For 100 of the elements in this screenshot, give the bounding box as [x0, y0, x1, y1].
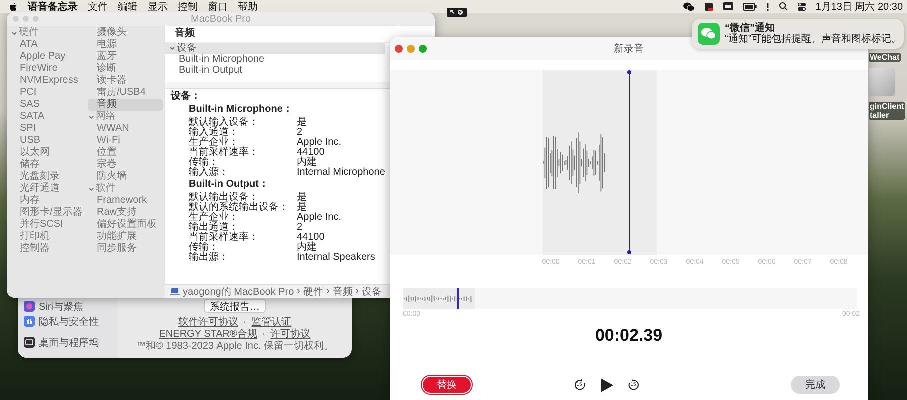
path-segment[interactable]: 音频 — [332, 284, 353, 298]
property-value: 44100 — [297, 148, 326, 158]
list-row[interactable]: Built-in Microphone — [165, 54, 385, 65]
property-label: 生产企业： — [189, 213, 240, 223]
sidebar-item[interactable]: 雷雳/USB4 — [88, 87, 163, 99]
battery-icon[interactable] — [742, 2, 757, 10]
desktop-icon-label[interactable]: ginClient taller — [869, 102, 906, 120]
siri-orb-icon — [24, 301, 35, 312]
zoom-button[interactable] — [419, 44, 427, 52]
sidebar-item[interactable]: PCI — [11, 87, 86, 99]
sidebar-item[interactable]: 打印机 — [11, 231, 86, 243]
done-button[interactable]: 完成 — [791, 376, 840, 394]
system-report-button[interactable]: 系统报告… — [204, 299, 266, 313]
exclamation-icon[interactable] — [766, 2, 770, 12]
chevron-icon[interactable] — [88, 114, 95, 120]
copyright-text: ™和© 1983-2023 Apple Inc. 保留一切权利。 — [136, 341, 334, 352]
sidebar-item[interactable]: 偏好设置面板 — [88, 219, 163, 231]
desktop-icon-label[interactable]: WeChat — [869, 53, 901, 62]
window-title: 新录音 — [614, 42, 644, 56]
app-status-icon[interactable] — [704, 2, 714, 12]
overview-track[interactable] — [403, 288, 857, 309]
chat-bubbles-icon[interactable] — [682, 2, 695, 12]
sidebar-item[interactable]: Wi-Fi — [88, 135, 163, 147]
path-separator: › — [356, 286, 360, 297]
sidebar-item[interactable]: 隐私与安全性 — [24, 314, 118, 329]
sidebar-section-header[interactable]: 硬件 — [11, 27, 86, 39]
sidebar-item[interactable]: 控制器 — [11, 243, 86, 255]
link[interactable]: 监管认证 — [252, 317, 292, 328]
close-button[interactable] — [395, 44, 403, 52]
sidebar-item[interactable]: 宗卷 — [88, 159, 163, 171]
sidebar-item[interactable]: 防火墙 — [88, 171, 163, 183]
playhead[interactable] — [627, 70, 632, 255]
search-icon[interactable] — [778, 2, 788, 11]
sidebar-section-header[interactable]: 网络 — [88, 111, 163, 123]
chevron-icon[interactable] — [88, 186, 95, 192]
window-icon[interactable] — [722, 2, 734, 11]
property-value: 是 — [297, 118, 308, 128]
property-value: 2 — [297, 223, 303, 233]
sidebar-item[interactable]: 桌面与程序坞 — [24, 335, 118, 350]
notification-banner[interactable]: “微信”通知 “通知”可能包括提醒、声音和图标标记。 — [692, 19, 904, 49]
sidebar-item[interactable]: 读卡器 — [88, 75, 163, 87]
sidebar-item[interactable]: WWAN — [88, 123, 163, 135]
replace-button[interactable]: 替换 — [422, 376, 472, 394]
sidebar-item[interactable]: NVMExpress — [11, 75, 86, 87]
property-value: 是 — [297, 193, 308, 203]
sidebar-section-header[interactable]: 软件 — [88, 183, 163, 195]
screenshot-toolbar-icon[interactable] — [447, 8, 467, 17]
notification-body: “通知”可能包括提醒、声音和图标标记。 — [725, 34, 902, 45]
menu-item[interactable]: 控制 — [178, 0, 198, 14]
sidebar-item[interactable]: SATA — [11, 111, 86, 123]
dock-icon — [24, 337, 35, 348]
property-label: 输入通道： — [189, 128, 240, 138]
sidebar-item[interactable]: 光纤通道 — [11, 183, 86, 195]
list-row[interactable]: 设备 — [165, 43, 385, 54]
sidebar-item[interactable]: Siri与聚焦 — [24, 299, 118, 314]
list-row[interactable]: Built-in Output — [165, 65, 385, 76]
menu-item[interactable]: 编辑 — [118, 0, 138, 14]
toggles-icon[interactable] — [796, 2, 807, 12]
sidebar-item[interactable]: 光盘刻录 — [11, 171, 86, 183]
sidebar-item[interactable]: Apple Pay — [11, 51, 86, 63]
sidebar-item[interactable]: 电源 — [88, 39, 163, 51]
menu-item[interactable]: 语音备忘录 — [28, 0, 78, 14]
sidebar-item[interactable]: FireWire — [11, 63, 86, 75]
sidebar-item[interactable]: 位置 — [88, 147, 163, 159]
property-label: 默认输入设备： — [189, 118, 260, 128]
sidebar-item[interactable]: 内存 — [11, 195, 86, 207]
property-label: 传输： — [189, 158, 220, 168]
menu-item[interactable]: 文件 — [88, 0, 108, 14]
menu-item[interactable]: 帮助 — [238, 0, 258, 14]
menu-item[interactable]: 窗口 — [208, 0, 228, 14]
sidebar-item[interactable]: SPI — [11, 123, 86, 135]
chevron-icon[interactable] — [11, 30, 18, 36]
link[interactable]: 软件许可协议 — [178, 317, 238, 328]
sidebar-item[interactable]: USB — [11, 135, 86, 147]
sidebar-item[interactable]: Raw支持 — [88, 207, 163, 219]
sidebar-item[interactable]: 音频 — [88, 99, 163, 111]
sidebar-item[interactable]: 摄像头 — [88, 27, 163, 39]
sidebar-item[interactable]: 并行SCSI — [11, 219, 86, 231]
link[interactable]: ENERGY STAR®合规 — [159, 329, 258, 340]
sidebar-item[interactable]: ATA — [11, 39, 86, 51]
sidebar-item[interactable]: Framework — [88, 195, 163, 207]
sidebar-item[interactable]: 蓝牙 — [88, 51, 163, 63]
sidebar-item[interactable]: 以太网 — [11, 147, 86, 159]
chevron-icon[interactable] — [169, 45, 176, 52]
link[interactable]: 许可协议 — [270, 329, 311, 340]
sidebar-item[interactable]: 功能扩展 — [88, 231, 163, 243]
sidebar-item[interactable]: 图形卡/显示器 — [11, 207, 86, 219]
menu-item[interactable]: 显示 — [148, 0, 168, 14]
play-icon[interactable] — [600, 378, 614, 392]
sidebar-item[interactable]: 同步服务 — [88, 243, 163, 255]
clock[interactable]: 1月13日 周六 20:30 — [816, 0, 903, 14]
path-segment[interactable]: yaogong的 MacBook Pro — [183, 284, 294, 298]
playhead-handle[interactable] — [457, 288, 460, 309]
apple-logo-icon[interactable] — [9, 2, 18, 12]
sidebar-item[interactable]: 储存 — [11, 159, 86, 171]
property-label: 输出通道： — [189, 223, 239, 233]
sidebar-item[interactable]: SAS — [11, 99, 86, 111]
path-segment[interactable]: 硬件 — [304, 284, 324, 298]
path-segment[interactable]: 设备 — [362, 284, 382, 298]
sidebar-item[interactable]: 诊断 — [88, 63, 163, 75]
